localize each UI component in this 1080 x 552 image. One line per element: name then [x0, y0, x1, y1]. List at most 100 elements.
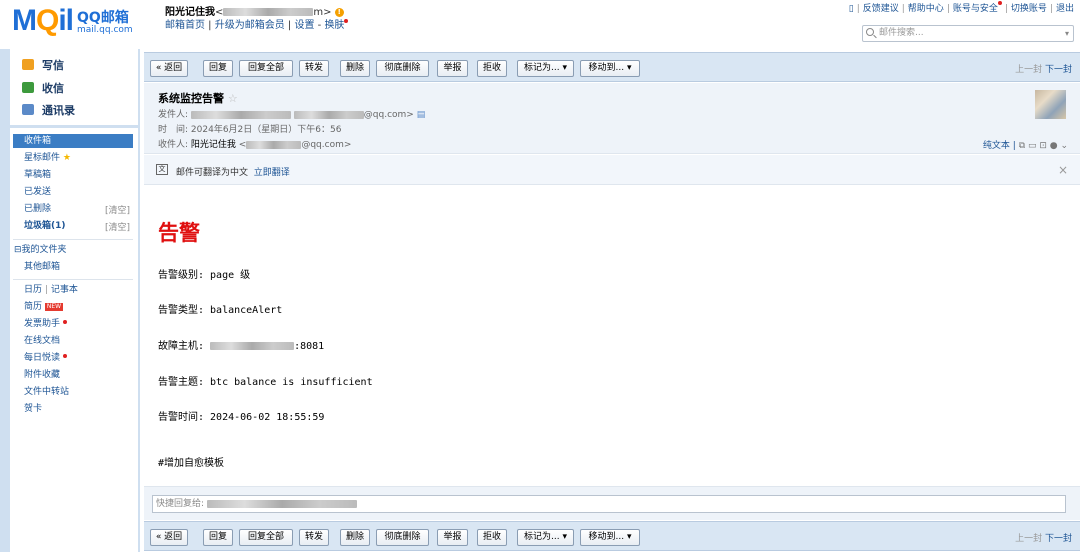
search-icon [866, 28, 874, 36]
prev-link[interactable]: 上一封 [1015, 65, 1042, 75]
sidebar-item-resume[interactable]: 简历 NEW [24, 301, 64, 313]
template-note: #增加自愈模板 [158, 458, 225, 469]
alert-type: 告警类型: balanceAlert [158, 305, 283, 316]
prev-link[interactable]: 上一封 [1015, 534, 1042, 544]
mark-as-dropdown[interactable]: 标记为... ▾ [517, 60, 574, 77]
clear-spam-link[interactable]: [清空] [105, 220, 130, 233]
message-view: « 返回 回复 回复全部 转发 删除 彻底删除 举报 拒收 标记为... ▾ 移… [144, 52, 1080, 552]
delete-permanent-button[interactable]: 彻底删除 [376, 529, 429, 546]
alert-time: 告警时间: 2024-06-02 18:55:59 [158, 412, 325, 423]
sidebar-item-cards[interactable]: 贺卡 [24, 403, 42, 415]
chevron-down-icon: ▾ [626, 532, 632, 542]
delete-button[interactable]: 删除 [340, 60, 370, 77]
user-info: 阳光记住我< m> ! 邮箱首页 | 升级为邮箱会员 | 设置 - 换肤 [165, 6, 349, 32]
sidebar-item-inbox[interactable]: 收件箱 [24, 135, 51, 147]
phone-icon[interactable]: ▯ [849, 4, 854, 14]
next-link[interactable]: 下一封 [1045, 65, 1072, 75]
logo[interactable]: MQil QQ邮箱 mail.qq.com [12, 6, 133, 36]
contacts-button[interactable]: 通讯录 [22, 102, 75, 118]
move-to-dropdown[interactable]: 移动到... ▾ [580, 529, 640, 546]
from-row: 发件人: @qq.com> ▤ [158, 110, 426, 120]
back-button[interactable]: « 返回 [150, 529, 188, 546]
back-button[interactable]: « 返回 [150, 60, 188, 77]
sidebar-item-invoice[interactable]: 发票助手 [24, 318, 67, 330]
sidebar-item-starred[interactable]: 星标邮件 ★ [24, 152, 71, 164]
link-upgrade[interactable]: 升级为邮箱会员 [215, 20, 285, 31]
sidebar-item-transfer[interactable]: 文件中转站 [24, 386, 69, 398]
sidebar-item-other[interactable]: 其他邮箱 [24, 261, 60, 273]
sender-avatar[interactable] [1035, 90, 1066, 119]
sidebar-item-calendar[interactable]: 日历 | 记事本 [24, 284, 78, 296]
forward-button[interactable]: 转发 [299, 529, 329, 546]
sidebar-item-spam[interactable]: 垃圾箱(1) [24, 220, 66, 232]
link-switch[interactable]: 切换账号 [1011, 4, 1047, 14]
translate-link[interactable]: 立即翻译 [254, 168, 290, 178]
link-logout[interactable]: 退出 [1056, 4, 1074, 14]
report-button[interactable]: 举报 [437, 529, 468, 546]
message-header: 系统监控告警 ☆ 发件人: @qq.com> ▤ 时 间: 2024年6月2日（… [144, 83, 1080, 154]
alert-level: 告警级别: page 级 [158, 270, 251, 281]
contacts-icon [22, 104, 34, 115]
receive-button[interactable]: 收信 [22, 80, 64, 96]
forward-button[interactable]: 转发 [299, 60, 329, 77]
clear-deleted-link[interactable]: [清空] [105, 203, 130, 216]
link-feedback[interactable]: 反馈建议 [863, 4, 899, 14]
warning-icon[interactable]: ! [334, 7, 344, 17]
alert-topic: 告警主题: btc balance is insufficient [158, 377, 373, 388]
new-badge: NEW [44, 303, 64, 311]
logo-qq: QQ邮箱 [77, 10, 129, 26]
reply-all-button[interactable]: 回复全部 [239, 529, 293, 546]
sidebar-item-sent[interactable]: 已发送 [24, 186, 51, 198]
chevron-down-icon: ▾ [626, 63, 632, 73]
sidebar-item-drafts[interactable]: 草稿箱 [24, 169, 51, 181]
plain-text-link[interactable]: 纯文本 | ⧉ ▭ ⊡ ● ⌄ [983, 138, 1068, 151]
link-home[interactable]: 邮箱首页 [165, 20, 205, 31]
next-link[interactable]: 下一封 [1045, 534, 1072, 544]
pager: 上一封 下一封 [1015, 62, 1072, 75]
toolbar-bottom: « 返回 回复 回复全部 转发 删除 彻底删除 举报 拒收 标记为... ▾ 移… [144, 521, 1080, 551]
redacted-email [223, 8, 314, 16]
report-button[interactable]: 举报 [437, 60, 468, 77]
pager: 上一封 下一封 [1015, 531, 1072, 544]
sidebar: 收件箱 星标邮件 ★ 草稿箱 已发送 已删除 [清空] 垃圾箱(1) [清空] … [10, 128, 138, 552]
toolbar-top: « 返回 回复 回复全部 转发 删除 彻底删除 举报 拒收 标记为... ▾ 移… [144, 52, 1080, 82]
search-input[interactable]: 邮件搜索... ▾ [862, 25, 1074, 42]
reject-button[interactable]: 拒收 [477, 60, 507, 77]
sidebar-item-attachments[interactable]: 附件收藏 [24, 369, 60, 381]
sidebar-item-my-folders[interactable]: ⊟我的文件夹 [14, 244, 67, 256]
reply-all-button[interactable]: 回复全部 [239, 60, 293, 77]
quick-reply-bar: 快捷回复给: [144, 486, 1080, 520]
subject: 系统监控告警 ☆ [158, 92, 238, 105]
sidebar-item-docs[interactable]: 在线文档 [24, 335, 60, 347]
view-options-icon[interactable]: ⧉ ▭ ⊡ ● ⌄ [1019, 141, 1068, 151]
link-skin[interactable]: 换肤 [324, 20, 344, 31]
quick-reply-input[interactable]: 快捷回复给: [152, 495, 1066, 513]
delete-permanent-button[interactable]: 彻底删除 [376, 60, 429, 77]
chevron-down-icon: ▾ [562, 63, 567, 73]
reply-button[interactable]: 回复 [203, 60, 233, 77]
reply-button[interactable]: 回复 [203, 529, 233, 546]
star-icon[interactable]: ☆ [228, 92, 238, 105]
sidebar-item-daily[interactable]: 每日悦读 [24, 352, 67, 364]
mark-as-dropdown[interactable]: 标记为... ▾ [517, 529, 574, 546]
alert-heading: 告警 [158, 221, 200, 245]
alert-host: 故障主机: :8081 [158, 341, 325, 352]
top-links: ▯ | 反馈建议 | 帮助中心 | 账号与安全 | 切换账号 | 退出 [849, 1, 1074, 14]
download-icon [22, 82, 34, 93]
write-button[interactable]: 写信 [22, 57, 64, 73]
move-to-dropdown[interactable]: 移动到... ▾ [580, 60, 640, 77]
delete-button[interactable]: 删除 [340, 529, 370, 546]
star-icon: ★ [62, 153, 71, 163]
sidebar-item-deleted[interactable]: 已删除 [24, 203, 51, 215]
link-security[interactable]: 账号与安全 [953, 4, 998, 14]
sidebar-item-notes[interactable]: 记事本 [51, 285, 78, 295]
close-icon[interactable]: × [1058, 163, 1068, 177]
pen-icon [22, 59, 34, 70]
to-row: 收件人: 阳光记住我 < @qq.com> [158, 140, 352, 150]
reject-button[interactable]: 拒收 [477, 529, 507, 546]
chevron-down-icon[interactable]: ▾ [1065, 26, 1069, 41]
logo-mail: MQil [12, 4, 74, 37]
link-help[interactable]: 帮助中心 [908, 4, 944, 14]
link-settings[interactable]: 设置 [294, 20, 314, 31]
contact-card-icon[interactable]: ▤ [417, 110, 426, 120]
